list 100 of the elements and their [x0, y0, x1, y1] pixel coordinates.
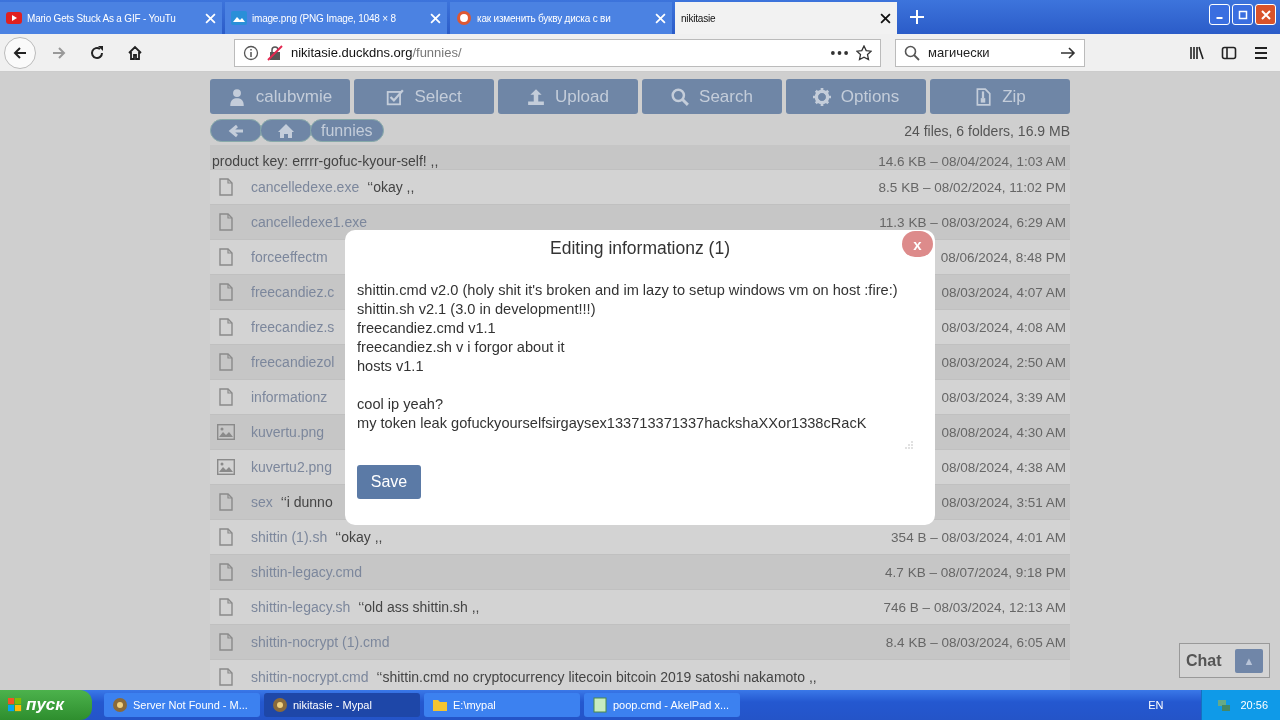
- library-icon[interactable]: [1189, 44, 1205, 61]
- folder-icon: [432, 697, 448, 713]
- back-button[interactable]: [4, 36, 36, 69]
- file-meta: 14.6 KB – 08/04/2024, 1:03 AM: [878, 154, 1066, 169]
- clock: 20:56: [1240, 699, 1268, 711]
- minimize-button[interactable]: [1209, 4, 1230, 25]
- taskbar-item[interactable]: nikitasie - Mypal: [264, 693, 420, 717]
- browser-tab[interactable]: Mario Gets Stuck As a GIF - YouTu: [0, 2, 222, 34]
- file-meta: 08/03/2024, 2:50 AM: [941, 354, 1066, 370]
- file-icon: [217, 598, 235, 616]
- more-icon[interactable]: [831, 50, 848, 55]
- file-link[interactable]: sex: [251, 494, 273, 510]
- file-comment: ‘‘shittin.cmd no cryptocurrency litecoin bitcoin 2019 satoshi nakamoto ,,: [376, 669, 817, 685]
- back-arrow-icon: [228, 122, 244, 139]
- file-icon: [217, 178, 235, 196]
- close-icon[interactable]: [880, 12, 891, 24]
- language-indicator[interactable]: EN: [1148, 699, 1164, 711]
- file-meta: 08/08/2024, 4:30 AM: [941, 424, 1066, 440]
- toolbar-button[interactable]: Upload: [498, 79, 638, 114]
- close-button[interactable]: [1255, 4, 1276, 25]
- home-icon: [278, 122, 294, 139]
- file-comment: product key: errrr-gofuc-kyour-self! ,,: [212, 153, 439, 169]
- file-link[interactable]: kuvertu2.png: [251, 459, 332, 475]
- maximize-icon: [1237, 9, 1248, 20]
- image-icon: [217, 423, 235, 441]
- tab-title: Mario Gets Stuck As a GIF - YouTu: [27, 12, 177, 24]
- task-label: nikitasie - Mypal: [293, 699, 372, 711]
- star-icon[interactable]: [856, 44, 872, 61]
- task-label: poop.cmd - AkelPad x...: [613, 699, 730, 711]
- back-arrow-icon: [12, 44, 28, 61]
- image-icon: [217, 458, 235, 476]
- resize-grip-icon[interactable]: [905, 441, 913, 449]
- browser-tab[interactable]: как изменить букву диска с ви: [450, 2, 672, 34]
- start-button[interactable]: пуск: [0, 690, 92, 720]
- reload-icon[interactable]: [89, 44, 105, 61]
- browser-tab[interactable]: image.png (PNG Image, 1048 × 8: [225, 2, 447, 34]
- file-icon: [217, 213, 235, 231]
- file-meta: 11.3 KB – 08/03/2024, 6:29 AM: [879, 214, 1066, 230]
- app-icon: [112, 697, 128, 713]
- address-bar[interactable]: nikitasie.duckdns.org/funnies/: [234, 38, 881, 67]
- toolbar-button[interactable]: Options: [786, 79, 926, 114]
- new-tab-icon[interactable]: [910, 10, 924, 24]
- file-link[interactable]: cancelledexe1.exe: [251, 214, 367, 230]
- maximize-button[interactable]: [1232, 4, 1253, 25]
- notepad-icon: [592, 697, 608, 713]
- taskbar-item[interactable]: poop.cmd - AkelPad x...: [584, 693, 740, 717]
- search-field[interactable]: магически: [895, 38, 1085, 67]
- file-icon: [217, 353, 235, 371]
- go-arrow-icon[interactable]: [1060, 44, 1076, 61]
- taskbar-item[interactable]: Server Not Found - M...: [104, 693, 260, 717]
- file-link[interactable]: kuvertu.png: [251, 424, 325, 440]
- menu-icon[interactable]: [1253, 44, 1269, 61]
- file-link[interactable]: shittin-nocrypt (1).cmd: [251, 634, 390, 650]
- file-meta: 08/08/2024, 4:38 AM: [941, 459, 1066, 475]
- taskbar-item[interactable]: E:\mypal: [424, 693, 580, 717]
- file-meta: 746 B – 08/03/2024, 12:13 AM: [883, 599, 1066, 615]
- file-link[interactable]: freecandiez.c: [251, 284, 335, 300]
- settings-icon: [812, 87, 831, 106]
- task-label: E:\mypal: [453, 699, 496, 711]
- chat-label: Chat: [1186, 651, 1222, 670]
- file-icon: [217, 318, 235, 336]
- file-link[interactable]: shittin-legacy.sh: [251, 599, 351, 615]
- tab-title: image.png (PNG Image, 1048 × 8: [252, 12, 397, 24]
- file-link[interactable]: freecandiez.s: [251, 319, 335, 335]
- close-button[interactable]: x: [902, 231, 933, 257]
- url-text: nikitasie.duckdns.org/funnies/: [291, 45, 463, 60]
- file-link[interactable]: informationz: [251, 389, 328, 405]
- file-meta: 08/06/2024, 8:48 PM: [940, 249, 1066, 265]
- zip-file-icon: [974, 87, 993, 106]
- file-icon: [217, 388, 235, 406]
- home-icon[interactable]: [127, 44, 143, 61]
- breadcrumb-link[interactable]: funnies: [310, 119, 384, 142]
- file-meta: 354 B – 08/03/2024, 4:01 AM: [891, 529, 1066, 545]
- file-icon: [217, 528, 235, 546]
- toolbar-button[interactable]: calubvmie: [210, 79, 350, 114]
- user-icon: [227, 87, 246, 106]
- browser-tab[interactable]: nikitasie: [675, 2, 897, 34]
- file-comment: ‘‘okay ,,: [367, 179, 415, 195]
- sidebar-icon[interactable]: [1221, 44, 1237, 61]
- toolbar-button[interactable]: Zip: [930, 79, 1070, 114]
- file-icon: [217, 633, 235, 651]
- four-squares-icon: [8, 698, 22, 712]
- task-label: Server Not Found - M...: [133, 699, 248, 711]
- file-meta: 4.7 KB – 08/07/2024, 9:18 PM: [885, 564, 1066, 580]
- chat-button[interactable]: Chat ▲: [1179, 643, 1270, 678]
- file-comment: ‘‘old ass shittin.sh ,,: [358, 599, 480, 615]
- file-icon: [217, 668, 235, 686]
- file-link[interactable]: freecandiezol: [251, 354, 335, 370]
- app-icon: [272, 697, 288, 713]
- toolbar-button[interactable]: Search: [642, 79, 782, 114]
- file-link[interactable]: cancelledexe.exe: [251, 179, 360, 195]
- video-icon: [6, 11, 22, 25]
- file-link[interactable]: shittin-nocrypt.cmd: [251, 669, 369, 685]
- file-comment: ‘‘okay ,,: [335, 529, 383, 545]
- save-button[interactable]: Save: [357, 465, 421, 499]
- file-link[interactable]: forceeffectm: [251, 249, 328, 265]
- file-link[interactable]: shittin-legacy.cmd: [251, 564, 362, 580]
- toolbar-button[interactable]: Select: [354, 79, 494, 114]
- file-icon: [217, 283, 235, 301]
- file-link[interactable]: shittin (1).sh: [251, 529, 328, 545]
